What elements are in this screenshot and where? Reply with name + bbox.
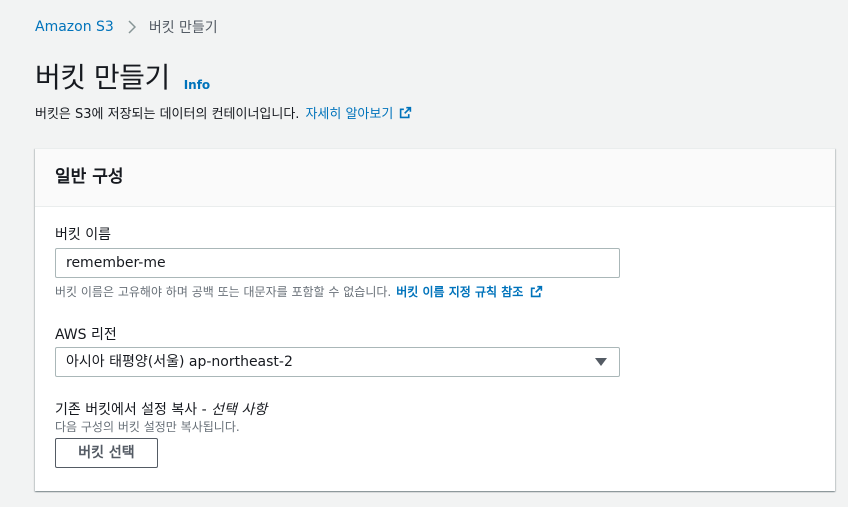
- naming-rules-label: 버킷 이름 지정 규칙 참조: [396, 285, 524, 299]
- breadcrumb-amazon-s3[interactable]: Amazon S3: [35, 19, 114, 35]
- breadcrumb: Amazon S3 버킷 만들기: [35, 17, 218, 37]
- learn-more-label: 자세히 알아보기: [305, 107, 394, 122]
- bucket-name-hint: 버킷 이름은 고유해야 하며 공백 또는 대문자를 포함할 수 없습니다. 버킷…: [55, 283, 543, 300]
- aws-region-select[interactable]: 아시아 태평양(서울) ap-northeast-2: [55, 347, 620, 377]
- page-header: 버킷 만들기 Info: [35, 60, 210, 96]
- general-configuration-panel: 일반 구성 버킷 이름 remember-me 버킷 이름은 고유해야 하며 공…: [35, 148, 835, 491]
- panel-header: 일반 구성: [35, 149, 835, 207]
- choose-bucket-button[interactable]: 버킷 선택: [55, 438, 158, 468]
- optional-tag: 선택 사항: [211, 402, 268, 418]
- bucket-name-label: 버킷 이름: [55, 227, 111, 243]
- page-description: 버킷은 S3에 저장되는 데이터의 컨테이너입니다. 자세히 알아보기: [35, 103, 412, 122]
- page-description-text: 버킷은 S3에 저장되는 데이터의 컨테이너입니다.: [35, 107, 300, 122]
- external-link-icon: [531, 285, 543, 298]
- aws-region-value: 아시아 태평양(서울) ap-northeast-2: [66, 354, 293, 370]
- learn-more-link[interactable]: 자세히 알아보기: [305, 103, 412, 122]
- breadcrumb-current: 버킷 만들기: [148, 20, 218, 36]
- caret-down-icon: [595, 358, 607, 366]
- bucket-name-input[interactable]: remember-me: [55, 248, 620, 278]
- external-link-icon: [400, 106, 412, 119]
- copy-settings-label: 기존 버킷에서 설정 복사 - 선택 사항: [55, 399, 267, 419]
- page-title: 버킷 만들기: [35, 61, 170, 94]
- copy-settings-description: 다음 구성의 버킷 설정만 복사됩니다.: [55, 420, 240, 434]
- bucket-name-hint-text: 버킷 이름은 고유해야 하며 공백 또는 대문자를 포함할 수 없습니다.: [55, 285, 392, 299]
- aws-region-label: AWS 리전: [55, 327, 117, 343]
- naming-rules-link[interactable]: 버킷 이름 지정 규칙 참조: [396, 283, 543, 300]
- panel-title: 일반 구성: [55, 167, 124, 187]
- chevron-right-icon: [128, 20, 136, 34]
- info-link[interactable]: Info: [184, 78, 210, 92]
- copy-settings-text: 기존 버킷에서 설정 복사 -: [55, 402, 207, 418]
